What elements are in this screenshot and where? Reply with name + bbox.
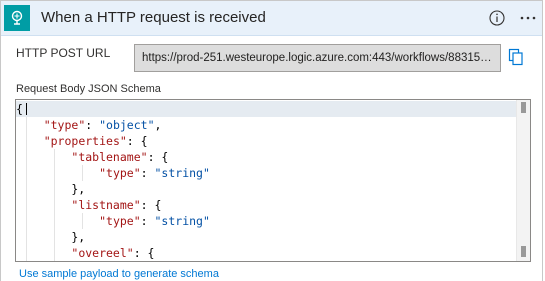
schema-label: Request Body JSON Schema bbox=[16, 83, 161, 95]
http-trigger-icon bbox=[4, 5, 30, 31]
copy-icon[interactable] bbox=[508, 48, 524, 66]
http-post-url-field[interactable]: https://prod-251.westeurope.logic.azure.… bbox=[134, 44, 501, 72]
code-line: { bbox=[16, 101, 516, 117]
generate-schema-link[interactable]: Use sample payload to generate schema bbox=[19, 268, 219, 280]
code-line: "overeel": { bbox=[16, 245, 516, 261]
schema-code[interactable]: { "type": "object", "properties": { "tab… bbox=[16, 101, 516, 261]
code-line: "type": "object", bbox=[16, 117, 516, 133]
scroll-down-marker[interactable] bbox=[521, 246, 526, 257]
http-post-url-label: HTTP POST URL bbox=[16, 46, 111, 60]
code-line: "type": "string" bbox=[16, 165, 516, 181]
code-line: "type": "string" bbox=[16, 213, 516, 229]
scroll-up-marker[interactable] bbox=[521, 102, 526, 113]
card-title: When a HTTP request is received bbox=[41, 9, 266, 26]
code-line: }, bbox=[16, 181, 86, 197]
card-header[interactable]: When a HTTP request is received bbox=[1, 1, 542, 36]
more-options-icon[interactable] bbox=[518, 9, 538, 27]
code-line: "listname": { bbox=[16, 197, 516, 213]
code-line: "tablename": { bbox=[16, 149, 516, 165]
schema-editor[interactable]: { "type": "object", "properties": { "tab… bbox=[15, 99, 531, 262]
text-cursor bbox=[26, 103, 27, 115]
editor-scrollbar[interactable] bbox=[516, 100, 530, 261]
info-icon[interactable] bbox=[488, 9, 506, 27]
trigger-card: When a HTTP request is received HTTP POS… bbox=[0, 0, 543, 281]
code-line: }, bbox=[16, 229, 86, 245]
code-line: "properties": { bbox=[16, 133, 516, 149]
